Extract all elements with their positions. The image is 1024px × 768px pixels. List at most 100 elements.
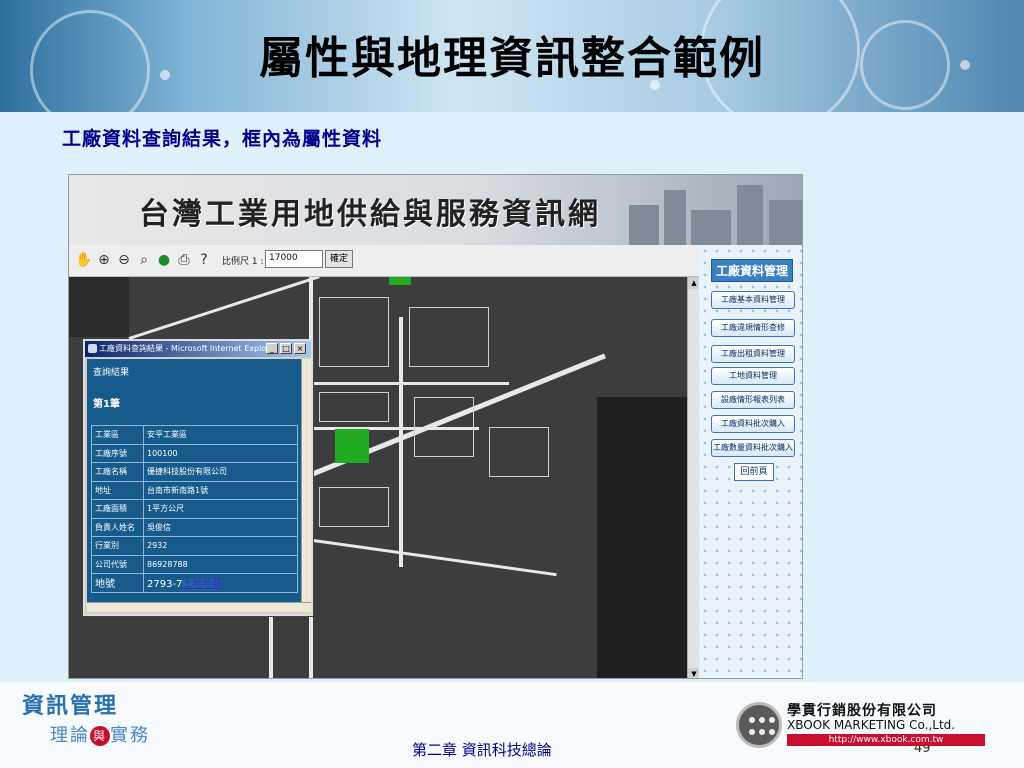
- attr-value: 2793-7土地地籍: [143, 573, 298, 593]
- table-row: 工廠面積 1平方公尺: [91, 499, 298, 519]
- table-row: 工廠名稱 優捷科技股份有限公司: [91, 462, 298, 482]
- brand-practice: 實務: [110, 725, 150, 746]
- scale-label: 比例尺 1 :: [222, 257, 264, 267]
- map-highlight-factory[interactable]: [335, 429, 369, 463]
- attr-key: 地址: [91, 480, 144, 500]
- maximize-icon[interactable]: □: [280, 343, 292, 354]
- skyline-building: [629, 205, 659, 245]
- map-toolbar: ✋ ⊕ ⊖ ⌕ ● ⎙ ? 比例尺 1 : 17000 確定: [69, 245, 699, 277]
- map-road: [269, 607, 273, 678]
- map-road: [298, 537, 557, 577]
- attr-key: 公司代號: [91, 554, 144, 574]
- nav-item-batch-import[interactable]: 工廠資料批次購入: [711, 415, 795, 433]
- refresh-icon[interactable]: ●: [155, 251, 173, 269]
- attr-key: 負責人姓名: [91, 517, 144, 537]
- brand-and-badge: 與: [90, 726, 110, 746]
- brand-logo-line1: 資訊管理: [22, 693, 119, 719]
- brand-theory: 理論: [50, 725, 90, 746]
- map-road: [309, 382, 509, 385]
- hand-pan-icon[interactable]: ✋: [75, 251, 93, 269]
- publisher-english-name: XBOOK MARKETING Co.,Ltd.: [787, 718, 956, 732]
- publisher-name: 學貫行銷股份有限公司: [787, 703, 937, 719]
- brand-logo-line2: 理論與實務: [50, 721, 150, 747]
- attr-value: 安平工業區: [143, 425, 298, 445]
- browser-icon: [88, 344, 97, 353]
- attr-key: 地號: [91, 573, 144, 593]
- popup-window-title: 工廠資料查詢結果 - Microsoft Internet Explorer: [99, 344, 278, 353]
- logo-dot: [749, 717, 755, 723]
- land-cadastral-link[interactable]: 土地地籍: [182, 579, 223, 591]
- zoom-out-icon[interactable]: ⊖: [115, 251, 133, 269]
- map-water-area: [597, 397, 687, 678]
- slide-title: 屬性與地理資訊整合範例: [259, 33, 765, 84]
- scale-confirm-button[interactable]: 確定: [325, 250, 353, 268]
- minimize-icon[interactable]: _: [266, 343, 278, 354]
- map-parcel: [319, 487, 389, 527]
- skyline-building: [737, 185, 763, 245]
- popup-titlebar[interactable]: 工廠資料查詢結果 - Microsoft Internet Explorer _…: [85, 341, 311, 357]
- zoom-in-icon[interactable]: ⊕: [95, 251, 113, 269]
- logo-dot: [759, 729, 765, 735]
- query-result-popup: 工廠資料查詢結果 - Microsoft Internet Explorer _…: [83, 339, 313, 616]
- nav-item-violation[interactable]: 工廠違規情形查修: [711, 319, 795, 337]
- site-title: 台灣工業用地供給與服務資訊網: [139, 197, 601, 232]
- popup-body: 查詢結果 第1筆 工業區 安平工業區 工廠序號 100100 工廠名稱 優捷科技股份有…: [87, 359, 301, 602]
- slide-subtitle: 工廠資料查詢結果，框內為屬性資料: [62, 128, 383, 150]
- skyline-building: [769, 200, 802, 245]
- scale-input[interactable]: 17000: [265, 250, 323, 268]
- table-row: 地址 台南市新南路1號: [91, 480, 298, 500]
- logo-dot: [749, 729, 755, 735]
- nav-item-basic-data[interactable]: 工廠基本資料管理: [711, 291, 795, 309]
- chapter-label: 第二章 資訊科技總論: [412, 741, 552, 759]
- logo-dot: [769, 729, 775, 735]
- result-label: 查詢結果: [93, 368, 130, 378]
- attr-key: 工業區: [91, 425, 144, 445]
- print-icon[interactable]: ⎙: [175, 251, 193, 269]
- attr-key: 工廠序號: [91, 443, 144, 463]
- land-number: 2793-7: [147, 579, 183, 591]
- nav-item-land-data[interactable]: 工地資料管理: [711, 367, 795, 385]
- attr-value: 2932: [143, 536, 298, 556]
- map-parcel: [414, 397, 474, 457]
- map-road: [399, 317, 403, 567]
- table-row: 地號 2793-7土地地籍: [91, 573, 298, 593]
- attr-key: 工廠名稱: [91, 462, 144, 482]
- map-water-area: [69, 277, 129, 337]
- publisher-url[interactable]: http://www.xbook.com.tw: [787, 734, 985, 746]
- map-parcel: [409, 307, 489, 367]
- help-icon[interactable]: ?: [195, 251, 213, 269]
- attr-value: 1平方公尺: [143, 499, 298, 519]
- attr-key: 工廠面積: [91, 499, 144, 519]
- map-parcel: [319, 392, 389, 422]
- record-label: 第1筆: [93, 399, 120, 410]
- skyline-building: [691, 210, 731, 245]
- publisher-logo-icon: [736, 702, 782, 748]
- map-parcel: [489, 427, 549, 477]
- nav-item-report-list[interactable]: 設廠情形報表列表: [711, 391, 795, 409]
- logo-dot: [769, 717, 775, 723]
- embedded-web-screenshot: 台灣工業用地供給與服務資訊網 ✋ ⊕ ⊖ ⌕ ● ⎙ ? 比例尺 1 : 170…: [68, 174, 803, 679]
- table-row: 負責人姓名 吳俊信: [91, 517, 298, 537]
- table-row: 公司代號 86928788: [91, 554, 298, 574]
- attribute-table: 工業區 安平工業區 工廠序號 100100 工廠名稱 優捷科技股份有限公司 地址 台南市…: [91, 425, 298, 593]
- table-row: 工廠序號 100100: [91, 443, 298, 463]
- nav-title: 工廠資料管理: [711, 259, 794, 282]
- attr-value: 100100: [143, 443, 298, 463]
- zoom-full-icon[interactable]: ⌕: [135, 251, 153, 269]
- attr-value: 吳俊信: [143, 517, 298, 537]
- map-scrollbar[interactable]: ▲ ▼: [687, 277, 700, 678]
- attr-value: 台南市新南路1號: [143, 480, 298, 500]
- map-road: [128, 277, 320, 340]
- site-header: 台灣工業用地供給與服務資訊網: [69, 175, 802, 245]
- factory-nav-panel: 工廠資料管理 工廠基本資料管理 工廠違規情形查修 工廠出租資料管理 工地資料管理…: [699, 245, 802, 678]
- close-icon[interactable]: ×: [294, 343, 306, 354]
- table-row: 工業區 安平工業區: [91, 425, 298, 445]
- nav-item-quantity-import[interactable]: 工廠數量資料批次購入: [711, 439, 795, 457]
- table-row: 行業別 2932: [91, 536, 298, 556]
- map-parcel: [319, 297, 389, 367]
- popup-vertical-scrollbar[interactable]: [301, 359, 311, 602]
- popup-horizontal-scrollbar[interactable]: [87, 602, 311, 612]
- nav-back-button[interactable]: 回前頁: [734, 463, 774, 481]
- skyline-building: [664, 190, 686, 245]
- nav-item-rental[interactable]: 工廠出租資料管理: [711, 345, 795, 363]
